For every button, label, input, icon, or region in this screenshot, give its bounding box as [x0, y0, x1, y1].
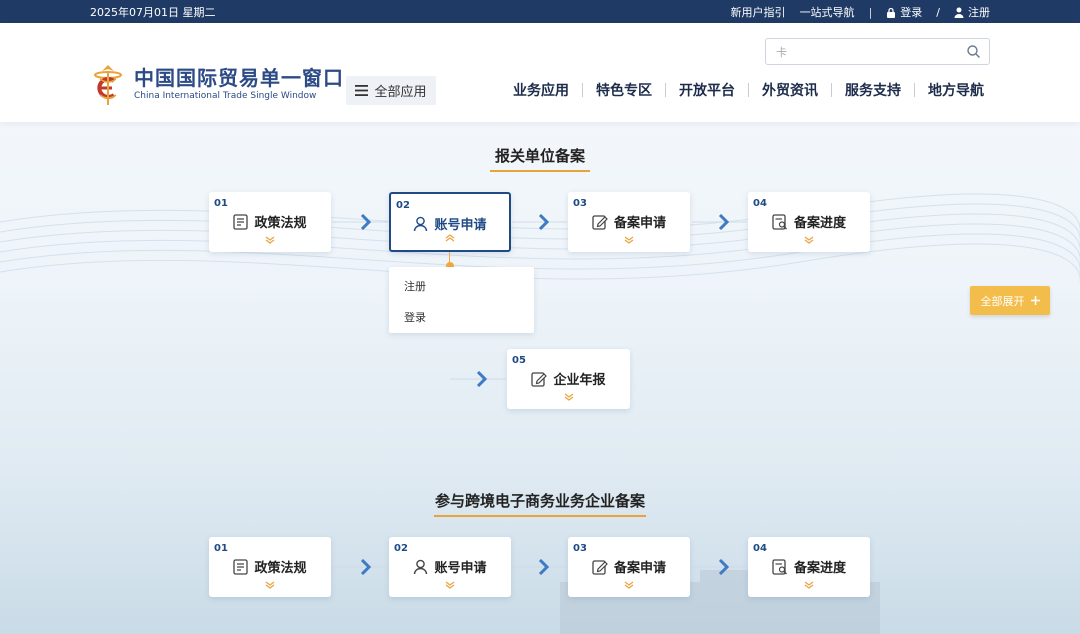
- step-card-account-apply[interactable]: 02 账号申请: [389, 537, 511, 597]
- step-card-filing-apply[interactable]: 03 备案申请: [568, 192, 690, 252]
- chevron-down-icon[interactable]: [624, 581, 634, 589]
- edit-icon: [531, 371, 547, 387]
- step-number: 03: [573, 198, 587, 209]
- step-arrow-icon: [538, 559, 550, 575]
- edit-icon: [592, 559, 608, 575]
- search-doc-icon: [772, 214, 788, 230]
- step-arrow-icon: [718, 214, 730, 230]
- dropdown-option-register[interactable]: 注册: [404, 278, 426, 294]
- step-card-annual-report[interactable]: 05 企业年报: [507, 349, 630, 409]
- step-arrow-icon: [360, 214, 372, 230]
- edit-icon: [592, 214, 608, 230]
- step-card-filing-progress[interactable]: 04 备案进度: [748, 537, 870, 597]
- chevron-down-icon[interactable]: [624, 236, 634, 244]
- chevron-down-icon[interactable]: [265, 581, 275, 589]
- step-number: 01: [214, 198, 228, 209]
- chevron-up-icon[interactable]: [445, 234, 455, 242]
- step-card-policy[interactable]: 01 政策法规: [209, 537, 331, 597]
- step-connectors: [0, 0, 1080, 634]
- chevron-down-icon[interactable]: [564, 393, 574, 401]
- chevron-down-icon[interactable]: [445, 581, 455, 589]
- plus-icon: [1031, 296, 1040, 305]
- document-icon: [233, 559, 248, 575]
- step-arrow-icon: [718, 559, 730, 575]
- expand-all-button[interactable]: 全部展开: [970, 286, 1050, 315]
- step-card-filing-apply[interactable]: 03 备案申请: [568, 537, 690, 597]
- step-card-filing-progress[interactable]: 04 备案进度: [748, 192, 870, 252]
- search-doc-icon: [772, 559, 788, 575]
- chevron-down-icon[interactable]: [804, 236, 814, 244]
- account-apply-dropdown: 注册 登录: [389, 267, 534, 333]
- step-number: 01: [214, 543, 228, 554]
- step-card-policy[interactable]: 01 政策法规: [209, 192, 331, 252]
- step-arrow-icon: [538, 214, 550, 230]
- step-number: 02: [396, 200, 410, 211]
- step-number: 05: [512, 355, 526, 366]
- step-number: 04: [753, 543, 767, 554]
- dropdown-option-login[interactable]: 登录: [404, 309, 426, 325]
- step-arrow-icon: [360, 559, 372, 575]
- step-number: 02: [394, 543, 408, 554]
- section-title-cross-border-ecommerce: 参与跨境电子商务业务企业备案: [434, 490, 646, 517]
- step-card-account-apply[interactable]: 02 账号申请: [389, 192, 511, 252]
- chevron-down-icon[interactable]: [804, 581, 814, 589]
- step-number: 04: [753, 198, 767, 209]
- chevron-down-icon[interactable]: [265, 236, 275, 244]
- step-number: 03: [573, 543, 587, 554]
- expand-all-label: 全部展开: [981, 293, 1025, 309]
- document-icon: [233, 214, 248, 230]
- step-arrow-icon: [476, 371, 488, 387]
- user-icon: [413, 559, 428, 575]
